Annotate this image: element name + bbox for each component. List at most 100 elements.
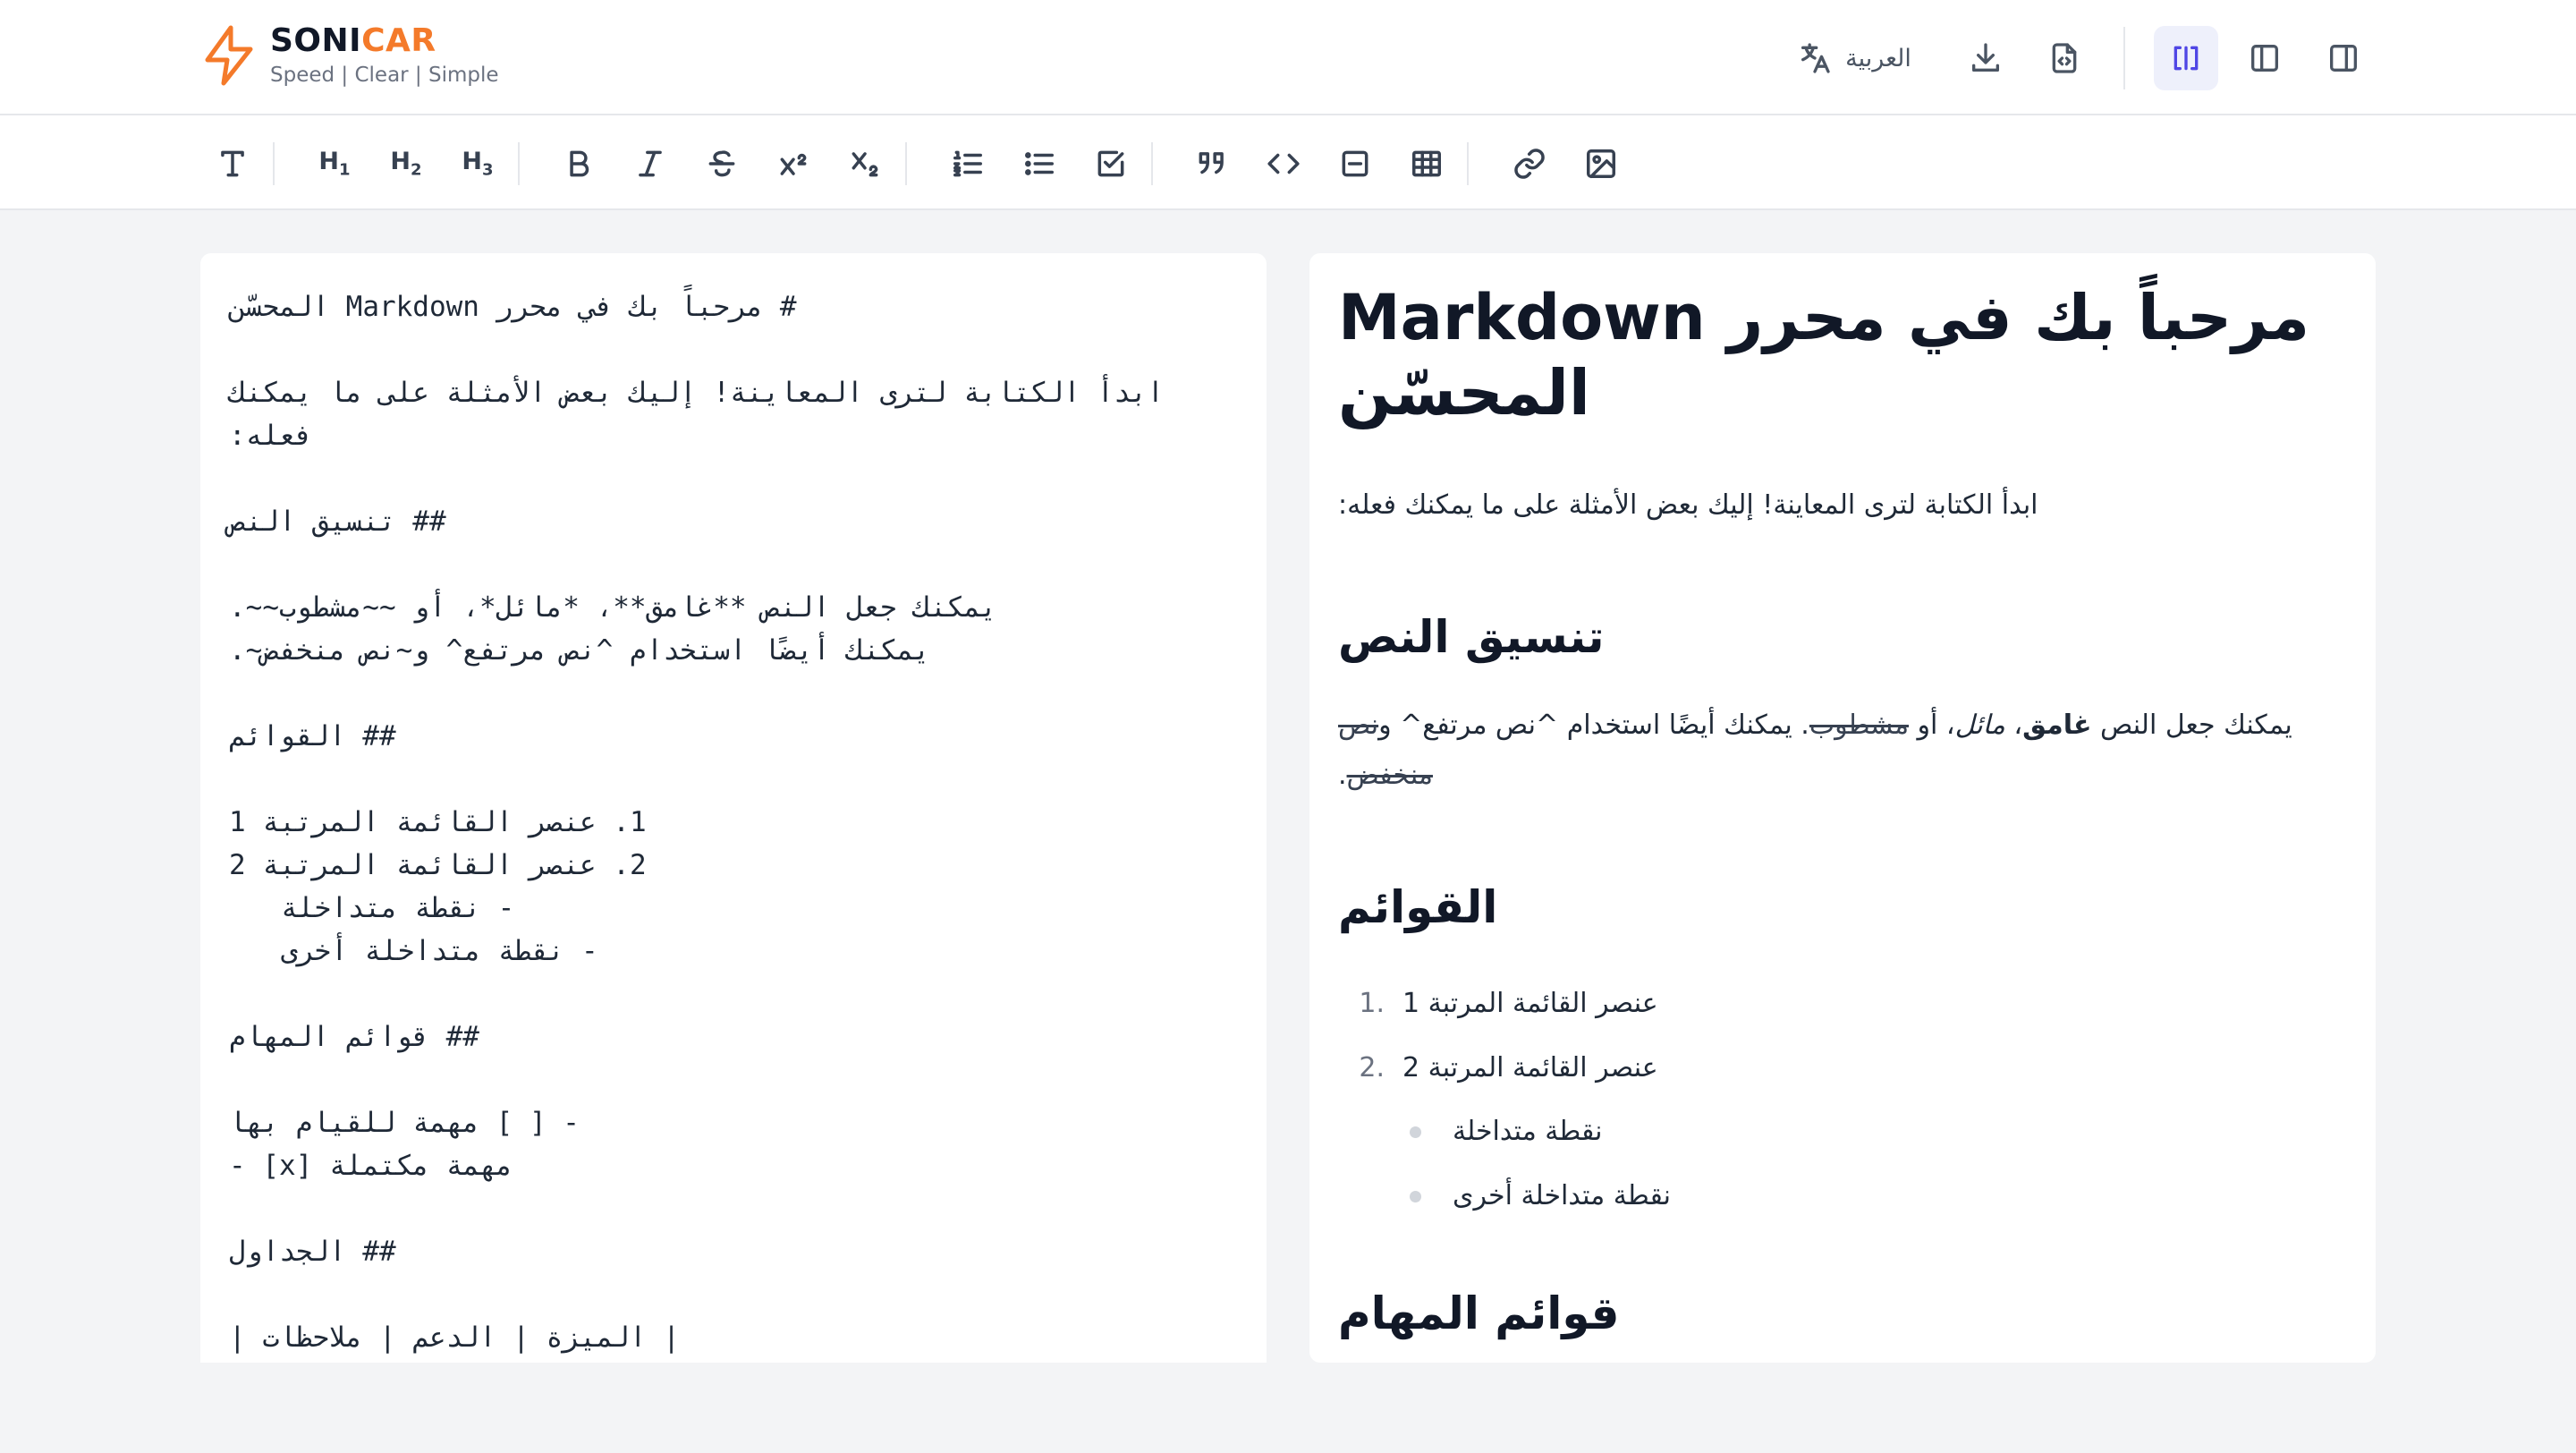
list-item: نقطة متداخلة أخرى xyxy=(1410,1164,2347,1228)
export-html-button[interactable] xyxy=(2032,26,2097,90)
list-item: 2. عنصر القائمة المرتبة 2 xyxy=(1338,1035,2347,1100)
paragraph-button[interactable] xyxy=(206,137,259,191)
italic-icon xyxy=(639,150,662,177)
bullet-dot xyxy=(1410,1191,1421,1202)
task-list-button[interactable] xyxy=(1084,137,1138,191)
brand-part-1: SONI xyxy=(270,22,362,59)
toolbar-divider xyxy=(1151,142,1153,185)
header-divider xyxy=(2123,27,2125,89)
table-button[interactable] xyxy=(1400,137,1453,191)
h2-label: H2 xyxy=(390,148,422,180)
list-item-text: عنصر القائمة المرتبة 1 xyxy=(1402,987,1658,1019)
ordered-list: 1. عنصر القائمة المرتبة 1 2. عنصر القائم… xyxy=(1338,971,2347,1228)
preview-content: مرحباً بك في محرر Markdown المحسّن ابدأ … xyxy=(1338,280,2347,1363)
quote-icon xyxy=(1199,152,1224,174)
strikethrough-button[interactable] xyxy=(695,137,749,191)
horizontal-rule-button[interactable] xyxy=(1328,137,1382,191)
subscript-icon xyxy=(852,152,878,177)
split-view-icon xyxy=(2174,46,2199,71)
editor-line: 1. عنصر القائمة المرتبة 1 xyxy=(229,806,647,838)
lightning-logo-icon xyxy=(205,25,253,86)
table-icon xyxy=(1412,150,1441,177)
preview-only-icon xyxy=(2330,45,2357,72)
export-code-icon xyxy=(2052,43,2077,73)
editor-only-button[interactable] xyxy=(2233,26,2297,90)
heading-3-button[interactable]: H3 xyxy=(451,137,504,191)
editor-line: - [ ] مهمة للقيام بها xyxy=(229,1107,580,1139)
bold-icon xyxy=(570,150,589,177)
italic-button[interactable] xyxy=(623,137,677,191)
italic-text: مائل xyxy=(1954,710,2005,741)
list-item: 1. عنصر القائمة المرتبة 1 xyxy=(1338,971,2347,1035)
superscript-icon xyxy=(780,153,807,175)
nested-bullet-list: نقطة متداخلة نقطة متداخلة أخرى xyxy=(1338,1100,2347,1228)
link-button[interactable] xyxy=(1503,137,1556,191)
bullet-list-icon xyxy=(1025,152,1054,175)
preview-only-button[interactable] xyxy=(2311,26,2376,90)
toolbar-divider xyxy=(905,142,907,185)
bold-button[interactable] xyxy=(552,137,606,191)
editor-line: 2. عنصر القائمة المرتبة 2 xyxy=(229,849,647,881)
editor-line: - نقطة متداخلة أخرى xyxy=(281,935,598,967)
editor-line: - [x] مهمة مكتملة xyxy=(229,1150,513,1182)
translate-icon xyxy=(1801,43,1830,73)
editor-line: ## تنسيق النص xyxy=(229,506,446,538)
code-button[interactable] xyxy=(1257,137,1310,191)
subscript-button[interactable] xyxy=(838,137,892,191)
split-view-button[interactable] xyxy=(2154,26,2218,90)
editor-line: ## الجداول xyxy=(229,1236,396,1268)
h3-label: H3 xyxy=(462,148,494,180)
editor-line: - نقطة متداخلة xyxy=(281,892,515,924)
list-item-text: نقطة متداخلة أخرى xyxy=(1453,1180,1671,1211)
ordered-list-button[interactable] xyxy=(941,137,995,191)
editor-line: ## القوائم xyxy=(229,720,396,752)
preview-formatting-paragraph: يمكنك جعل النص غامق، مائل، أو مشطوب. يمك… xyxy=(1338,710,2292,791)
bullet-list-button[interactable] xyxy=(1013,137,1066,191)
heading-2-button[interactable]: H2 xyxy=(379,137,433,191)
heading-1-button[interactable]: H1 xyxy=(308,137,361,191)
list-item-text: نقطة متداخلة xyxy=(1453,1116,1603,1147)
code-icon xyxy=(1267,153,1300,174)
link-icon xyxy=(1514,149,1545,179)
brand-part-2: CAR xyxy=(361,22,436,59)
superscript-button[interactable] xyxy=(767,137,820,191)
language-button[interactable]: العربية xyxy=(1785,26,1923,90)
editor-line: | الميزة | الدعم | ملاحظات | xyxy=(229,1321,680,1354)
language-label: العربية xyxy=(1845,44,1911,72)
editor-line: ابدأ الكتابة لترى المعاينة! إليك بعض الأ… xyxy=(229,377,1165,409)
quote-button[interactable] xyxy=(1185,137,1239,191)
editor-text[interactable]: # مرحباً بك في محرر Markdown المحسّن ابدأ… xyxy=(229,285,1240,1359)
preview-heading-tasks: قوائم المهام xyxy=(1338,1287,1620,1339)
horizontal-rule-icon xyxy=(1342,150,1368,177)
editor-line: # مرحباً بك في محرر Markdown المحسّن xyxy=(229,291,797,323)
toolbar-divider xyxy=(273,142,275,185)
brand-name: SONICAR xyxy=(270,23,499,59)
editor-only-icon xyxy=(2251,45,2278,72)
list-item: نقطة متداخلة xyxy=(1410,1100,2347,1164)
download-button[interactable] xyxy=(1953,26,2018,90)
markdown-editor[interactable]: # مرحباً بك في محرر Markdown المحسّن ابدأ… xyxy=(200,253,1267,1363)
text-icon xyxy=(221,150,244,177)
editor-line: ## قوائم المهام xyxy=(229,1021,479,1053)
preview-heading-1: مرحباً بك في محرر Markdown المحسّن xyxy=(1338,281,2310,429)
list-item-text: عنصر القائمة المرتبة 2 xyxy=(1402,1051,1658,1083)
image-button[interactable] xyxy=(1574,137,1628,191)
download-icon xyxy=(1972,43,1999,72)
editor-line: فعله: xyxy=(229,420,313,452)
toolbar-divider xyxy=(518,142,520,185)
preview-heading-lists: القوائم xyxy=(1338,881,1498,933)
image-icon xyxy=(1587,149,1615,178)
h1-label: H1 xyxy=(318,148,351,180)
list-number: 1. xyxy=(1359,987,1385,1019)
editor-line: يمكنك جعل النص **غامق**، *مائل*، أو ~~مش… xyxy=(229,591,997,624)
task-list-icon xyxy=(1097,150,1124,177)
